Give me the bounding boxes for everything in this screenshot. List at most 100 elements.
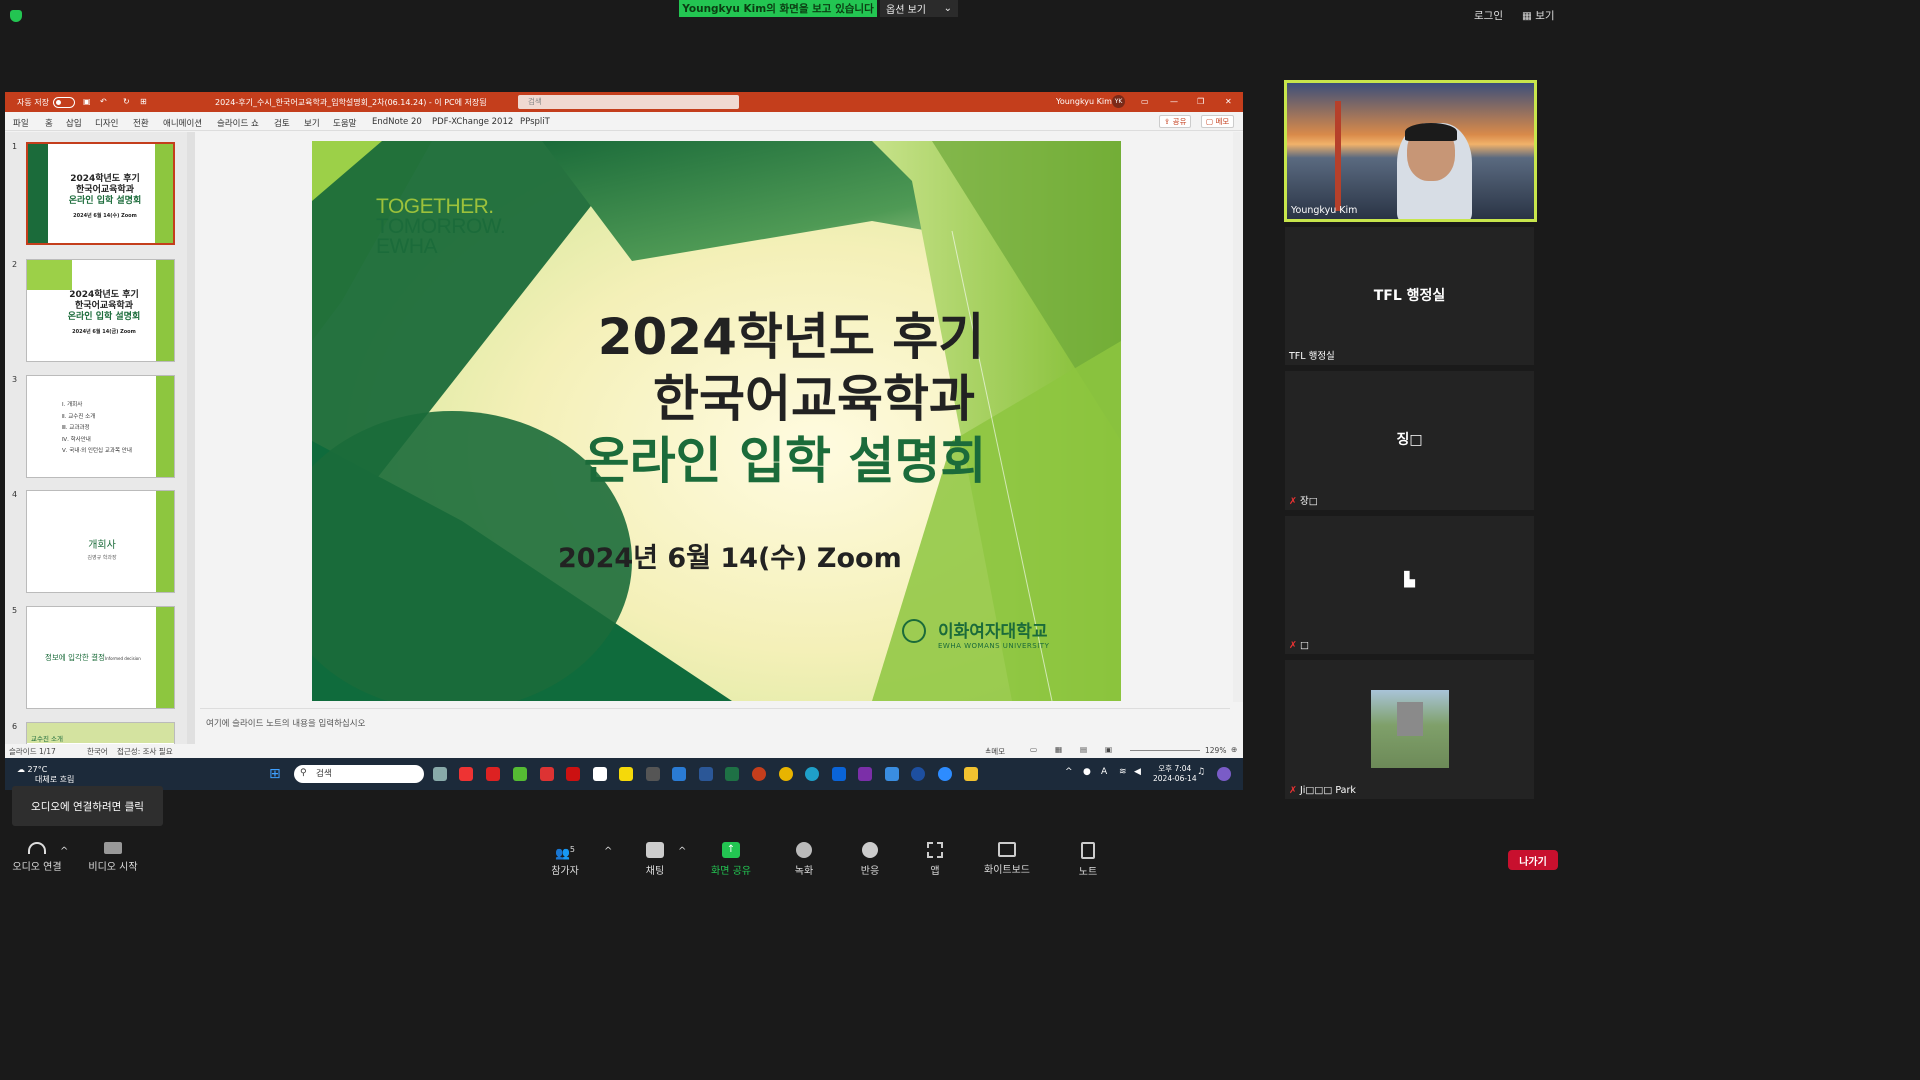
copilot-icon[interactable] [1217, 767, 1231, 781]
slide-notes[interactable]: 여기에 슬라이드 노트의 내용을 입력하십시오 [200, 708, 1230, 741]
logo-line: TOGETHER. [376, 195, 494, 218]
slide-thumbnail[interactable]: Ⅰ. 개회사 Ⅱ. 교수진 소개 Ⅲ. 교과과정 Ⅳ. 학사안내 Ⅴ. 국내·외… [26, 375, 175, 478]
participants-button[interactable]: 👥5 참가자 [530, 842, 600, 877]
save-icon[interactable]: ▣ [83, 97, 91, 106]
whiteboard-button[interactable]: 화이트보드 [972, 842, 1042, 876]
app-icon[interactable] [540, 767, 554, 781]
language-icon[interactable] [593, 767, 607, 781]
tab-design[interactable]: 디자인 [95, 117, 118, 129]
video-tile[interactable]: ▙ ✗ □ [1285, 516, 1534, 654]
onenote-icon[interactable] [858, 767, 872, 781]
speaker-icon[interactable]: ◀ [1134, 767, 1141, 777]
video-button[interactable]: 비디오 시작 [78, 842, 148, 873]
share-button[interactable]: ⇪ 공유 [1159, 115, 1192, 128]
video-tile[interactable]: 징□ ✗ 장□ [1285, 371, 1534, 510]
normal-view-icon[interactable]: ▭ [1030, 745, 1037, 754]
video-tile[interactable]: ✗ Ji□□□ Park [1285, 660, 1534, 799]
slide-thumbnail[interactable]: 개회사 김영규 학과장 [26, 490, 175, 593]
tab-endnote[interactable]: EndNote 20 [372, 117, 422, 127]
undo-icon[interactable]: ↶ [100, 97, 107, 106]
participants-chevron-icon[interactable]: ^ [604, 846, 612, 857]
sorter-view-icon[interactable]: ▦ [1055, 745, 1062, 754]
comments-button[interactable]: ▢ 메모 [1201, 115, 1235, 128]
minimize-icon[interactable]: — [1170, 97, 1178, 106]
zoom-app-icon[interactable] [938, 767, 952, 781]
slide-thumbnail[interactable]: 2024학년도 후기 한국어교육학과 온라인 입학 설명회 2024년 6월 1… [26, 259, 175, 362]
slide-thumbnail[interactable]: 2024학년도 후기 한국어교육학과 온라인 입학 설명회 2024년 6월 1… [26, 142, 175, 245]
kakaotalk-icon[interactable] [619, 767, 633, 781]
notes-button[interactable]: 노트 [1053, 842, 1123, 878]
mail-icon[interactable] [832, 767, 846, 781]
record-button[interactable]: 녹화 [769, 842, 839, 877]
tab-home[interactable]: 홈 [45, 117, 53, 129]
slide-scrollbar[interactable] [1233, 132, 1243, 702]
apps-button[interactable]: 앱 [900, 842, 970, 877]
video-tile[interactable]: TFL 행정실 TFL 행정실 [1285, 227, 1534, 365]
windows-start-icon[interactable]: ⊞ [269, 766, 281, 782]
zoom-slider[interactable] [1130, 750, 1200, 751]
redo-icon[interactable]: ↻ [123, 97, 130, 106]
view-options-button[interactable]: 옵션 보기 ⌄ [880, 0, 958, 17]
tab-file[interactable]: 파일 [13, 117, 29, 129]
tab-insert[interactable]: 삽입 [66, 117, 82, 129]
present-icon[interactable]: ⊞ [140, 97, 147, 106]
microphone-icon[interactable]: ● [1083, 767, 1091, 777]
tray-chevron-icon[interactable]: ^ [1065, 767, 1073, 777]
taskbar-search[interactable]: 검색 [294, 765, 424, 783]
status-language[interactable]: 한국어 [87, 746, 108, 757]
weather-widget[interactable]: ☁ 27°C 대체로 흐림 [17, 765, 74, 785]
tab-review[interactable]: 검토 [274, 117, 290, 129]
zoom-level[interactable]: 129% [1205, 746, 1226, 755]
notification-icon[interactable]: ♫ [1197, 767, 1205, 777]
edge-icon[interactable] [805, 767, 819, 781]
close-icon[interactable]: ✕ [1225, 97, 1232, 106]
tab-ppsplit[interactable]: PPspliT [520, 117, 550, 127]
excel-icon[interactable] [725, 767, 739, 781]
wifi-icon[interactable]: ≋ [1119, 767, 1127, 777]
photos-icon[interactable] [885, 767, 899, 781]
powerpoint-icon[interactable] [752, 767, 766, 781]
video-tile-active-speaker[interactable]: Youngkyu Kim [1284, 80, 1537, 222]
thumbnail-scrollbar[interactable] [187, 132, 195, 744]
app-icon[interactable] [513, 767, 527, 781]
ribbon-display-icon[interactable]: ▭ [1141, 97, 1149, 106]
tab-slideshow[interactable]: 슬라이드 쇼 [217, 117, 259, 129]
restore-icon[interactable]: ❐ [1197, 97, 1204, 106]
file-explorer-icon[interactable] [964, 767, 978, 781]
tab-view[interactable]: 보기 [304, 117, 320, 129]
taskview-icon[interactable] [433, 767, 447, 781]
acrobat-icon[interactable] [566, 767, 580, 781]
tab-pdfxchange[interactable]: PDF-XChange 2012 [432, 117, 513, 127]
reactions-button[interactable]: 반응 [835, 842, 905, 877]
thumb-text: Ⅳ. 학사안내 [62, 436, 91, 443]
status-accessibility[interactable]: 접근성: 조사 필요 [117, 746, 173, 757]
notes-toggle[interactable]: ≜메모 [985, 746, 1005, 757]
login-button[interactable]: 로그인 [1474, 8, 1503, 23]
slide-thumbnail[interactable]: 정보에 입각한 결정Informed decision [26, 606, 175, 709]
slide-thumbnail[interactable]: 교수진 소개 [26, 722, 175, 744]
view-button[interactable]: ▦ 보기 [1522, 8, 1555, 23]
snip-icon[interactable] [459, 767, 473, 781]
clock[interactable]: 오후 7:04 2024-06-14 [1153, 763, 1197, 783]
tab-transitions[interactable]: 전환 [133, 117, 149, 129]
xmind-icon[interactable] [486, 767, 500, 781]
tab-animations[interactable]: 애니메이션 [163, 117, 202, 129]
leave-button[interactable]: 나가기 [1508, 850, 1558, 870]
tab-help[interactable]: 도움말 [333, 117, 356, 129]
security-shield-icon[interactable] [10, 10, 22, 22]
chat-chevron-icon[interactable]: ^ [678, 846, 686, 857]
app-icon[interactable] [646, 767, 660, 781]
word-icon[interactable] [699, 767, 713, 781]
user-avatar[interactable]: YK [1112, 95, 1125, 108]
app-icon[interactable] [911, 767, 925, 781]
autosave-toggle[interactable]: 자동 저장 [17, 97, 75, 108]
slideshow-view-icon[interactable]: ▣ [1105, 745, 1112, 754]
audio-options-chevron-icon[interactable]: ^ [60, 846, 68, 857]
share-screen-button[interactable]: ↑ 화면 공유 [696, 842, 766, 877]
chrome-icon[interactable] [779, 767, 793, 781]
ppt-search-input[interactable]: 검색 [518, 95, 739, 109]
fit-slide-icon[interactable]: ⊕ [1231, 745, 1237, 754]
ime-icon[interactable]: A [1101, 767, 1107, 777]
app-icon[interactable] [672, 767, 686, 781]
reading-view-icon[interactable]: ▤ [1080, 745, 1087, 754]
